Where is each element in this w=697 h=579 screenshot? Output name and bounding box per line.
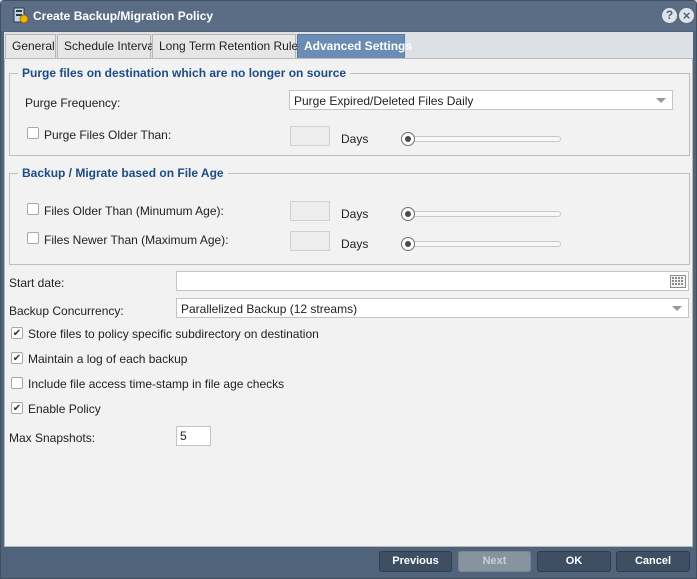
files-newer-than-days-input[interactable] bbox=[290, 231, 330, 251]
purge-older-than-label: Purge Files Older Than: bbox=[44, 128, 172, 142]
previous-button[interactable]: Previous bbox=[379, 551, 452, 572]
tab-strip: General Schedule Interval Long Term Rete… bbox=[4, 32, 693, 58]
store-subdirectory-checkbox[interactable] bbox=[11, 327, 23, 339]
max-snapshots-label: Max Snapshots: bbox=[9, 431, 96, 445]
backup-concurrency-label: Backup Concurrency: bbox=[9, 304, 124, 318]
chevron-down-icon[interactable] bbox=[656, 98, 666, 103]
next-button[interactable]: Next bbox=[458, 551, 531, 572]
advanced-settings-panel: Purge files on destination which are no … bbox=[4, 58, 693, 547]
tab-schedule-interval[interactable]: Schedule Interval bbox=[57, 34, 157, 58]
dialog-title: Create Backup/Migration Policy bbox=[33, 9, 214, 23]
tab-advanced-settings[interactable]: Advanced Settings bbox=[297, 34, 412, 58]
tab-long-term-retention-rules[interactable]: Long Term Retention Rules bbox=[152, 34, 304, 58]
title-bar[interactable]: Create Backup/Migration Policy ? × bbox=[1, 1, 696, 31]
files-newer-than-checkbox[interactable] bbox=[27, 232, 39, 244]
purge-frequency-select[interactable]: Purge Expired/Deleted Files Daily bbox=[289, 90, 673, 110]
enable-policy-checkbox[interactable] bbox=[11, 402, 23, 414]
max-snapshots-input[interactable]: 5 bbox=[176, 426, 211, 446]
include-access-timestamp-checkbox[interactable] bbox=[11, 377, 23, 389]
purge-days-label: Days bbox=[341, 132, 369, 146]
backup-concurrency-select[interactable]: Parallelized Backup (12 streams) bbox=[176, 298, 689, 318]
files-older-than-checkbox[interactable] bbox=[27, 203, 39, 215]
enable-policy-label: Enable Policy bbox=[28, 402, 101, 416]
maintain-log-checkbox[interactable] bbox=[11, 352, 23, 364]
files-newer-slider-track[interactable] bbox=[404, 241, 561, 247]
files-older-slider-track[interactable] bbox=[404, 211, 561, 217]
ok-button[interactable]: OK bbox=[537, 551, 611, 572]
help-icon[interactable]: ? bbox=[662, 8, 677, 23]
chevron-down-icon[interactable] bbox=[672, 306, 682, 311]
purge-older-than-checkbox[interactable] bbox=[27, 127, 39, 139]
start-date-input[interactable] bbox=[176, 271, 689, 291]
files-newer-slider-thumb[interactable] bbox=[401, 237, 415, 251]
dialog-footer: Previous Next OK Cancel bbox=[4, 548, 693, 576]
purge-days-slider-track[interactable] bbox=[404, 136, 561, 142]
start-date-label: Start date: bbox=[9, 276, 65, 290]
cancel-button[interactable]: Cancel bbox=[616, 551, 690, 572]
file-age-group-legend: Backup / Migrate based on File Age bbox=[18, 166, 228, 180]
purge-frequency-label: Purge Frequency: bbox=[25, 96, 121, 110]
files-older-than-label: Files Older Than (Minumum Age): bbox=[44, 204, 224, 218]
include-access-timestamp-label: Include file access time-stamp in file a… bbox=[28, 377, 285, 391]
files-newer-days-label: Days bbox=[341, 237, 369, 251]
dialog-window: Create Backup/Migration Policy ? × Gener… bbox=[0, 0, 697, 579]
files-older-days-label: Days bbox=[341, 207, 369, 221]
backup-policy-icon bbox=[13, 7, 29, 24]
close-icon[interactable]: × bbox=[679, 8, 694, 23]
files-older-slider-thumb[interactable] bbox=[401, 207, 415, 221]
purge-frequency-value: Purge Expired/Deleted Files Daily bbox=[294, 94, 474, 108]
backup-concurrency-value: Parallelized Backup (12 streams) bbox=[181, 302, 358, 316]
maintain-log-label: Maintain a log of each backup bbox=[28, 352, 188, 366]
store-subdirectory-label: Store files to policy specific subdirect… bbox=[28, 327, 319, 341]
purge-older-than-days-input[interactable] bbox=[290, 126, 330, 146]
files-newer-than-label: Files Newer Than (Maximum Age): bbox=[44, 233, 229, 247]
calendar-icon[interactable] bbox=[670, 275, 686, 288]
purge-days-slider-thumb[interactable] bbox=[401, 132, 415, 146]
tab-general[interactable]: General bbox=[5, 34, 56, 58]
purge-group-legend: Purge files on destination which are no … bbox=[18, 66, 351, 80]
files-older-than-days-input[interactable] bbox=[290, 201, 330, 221]
